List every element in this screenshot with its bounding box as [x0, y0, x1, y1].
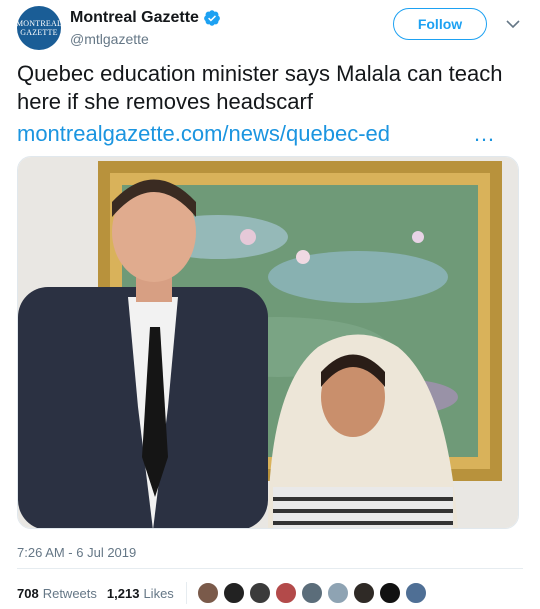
- engagement-stats: 708 Retweets 1,213 Likes: [17, 582, 431, 604]
- likes-label: Likes: [143, 585, 174, 601]
- tweet-header: MONTREAL GAZETTE Montreal Gazette @mtlga…: [15, 6, 527, 50]
- liker-avatar[interactable]: [326, 582, 349, 604]
- avatar-text-line1: MONTREAL: [15, 19, 63, 28]
- liker-avatar[interactable]: [300, 582, 323, 604]
- divider: [17, 568, 523, 569]
- tweet-timestamp[interactable]: 7:26 AM - 6 Jul 2019: [17, 545, 136, 560]
- liker-avatar[interactable]: [248, 582, 271, 604]
- display-name-text: Montreal Gazette: [70, 9, 199, 26]
- likes-stat[interactable]: 1,213 Likes: [107, 586, 174, 601]
- tweet-text: Quebec education minister says Malala ca…: [17, 61, 503, 114]
- display-name[interactable]: Montreal Gazette: [70, 8, 221, 28]
- tweet-link[interactable]: montrealgazette.com/news/quebec-ed: [17, 121, 390, 146]
- liker-avatar[interactable]: [196, 582, 219, 604]
- photo-illustration: [18, 157, 518, 528]
- account-name-block[interactable]: Montreal Gazette @mtlgazette: [70, 8, 221, 48]
- liker-avatar[interactable]: [222, 582, 245, 604]
- liker-avatar[interactable]: [404, 582, 427, 604]
- avatar[interactable]: MONTREAL GAZETTE: [15, 6, 63, 50]
- liker-avatar[interactable]: [352, 582, 375, 604]
- account-handle[interactable]: @mtlgazette: [70, 30, 221, 48]
- link-ellipsis[interactable]: …: [473, 120, 495, 148]
- retweets-count: 708: [17, 585, 39, 601]
- chevron-down-icon[interactable]: [505, 16, 521, 32]
- verified-badge-icon: [204, 10, 220, 26]
- avatar-text-line2: GAZETTE: [20, 28, 58, 37]
- stats-separator: [185, 582, 187, 604]
- liker-avatar[interactable]: [274, 582, 297, 604]
- liker-avatars: [196, 582, 431, 604]
- follow-button[interactable]: Follow: [393, 8, 487, 40]
- retweets-label: Retweets: [42, 585, 97, 601]
- retweets-stat[interactable]: 708 Retweets: [17, 586, 97, 601]
- tweet-photo[interactable]: [17, 156, 519, 529]
- tweet-link-row: montrealgazette.com/news/quebec-ed …: [17, 120, 517, 148]
- liker-avatar[interactable]: [378, 582, 401, 604]
- likes-count: 1,213: [106, 585, 140, 601]
